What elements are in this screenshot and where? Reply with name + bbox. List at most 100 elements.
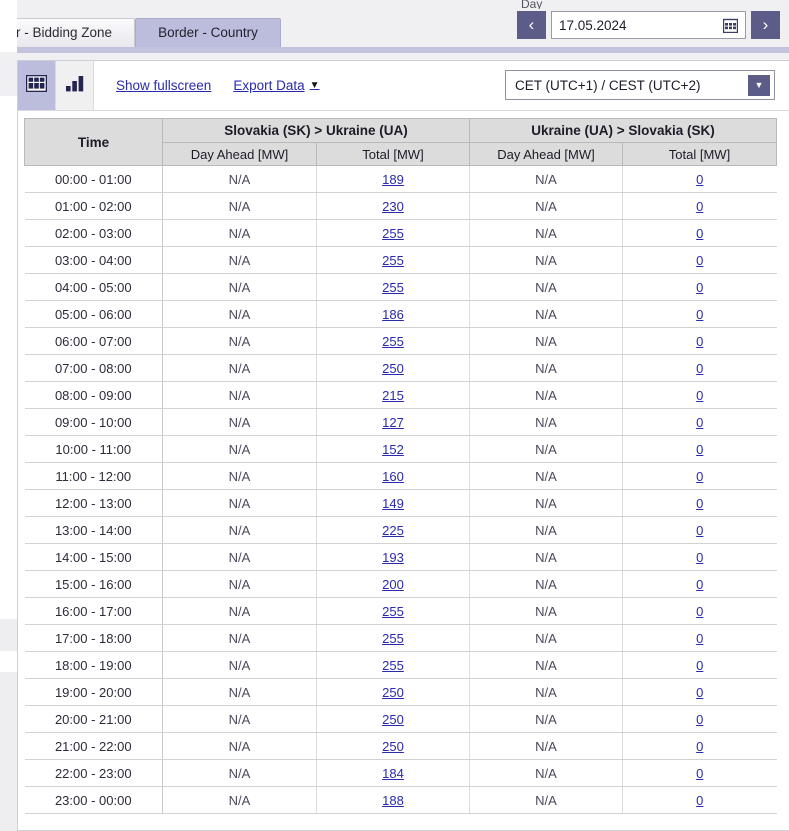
cell-ua-sk-total-link[interactable]: 0	[696, 739, 703, 754]
cell-sk-ua-total-link[interactable]: 255	[382, 658, 404, 673]
table-row: 06:00 - 07:00 N/A 255 N/A 0	[24, 327, 777, 355]
column-header-ua-sk-day-ahead: Day Ahead [MW]	[469, 142, 623, 166]
tab-border-country[interactable]: Border - Country	[135, 18, 281, 47]
cell-sk-ua-total-link[interactable]: 255	[382, 253, 404, 268]
cell-sk-ua-total-link[interactable]: 160	[382, 469, 404, 484]
top-bar: der - Bidding Zone Border - Country Day …	[0, 0, 789, 47]
cell-sk-ua-total-link[interactable]: 127	[382, 415, 404, 430]
cell-ua-sk-total: 0	[622, 219, 777, 247]
cell-ua-sk-total-link[interactable]: 0	[696, 685, 703, 700]
cell-time: 04:00 - 05:00	[24, 273, 163, 301]
cell-sk-ua-total-link[interactable]: 193	[382, 550, 404, 565]
cell-time: 22:00 - 23:00	[24, 759, 163, 787]
cross-border-flow-table: Time Slovakia (SK) > Ukraine (UA) Ukrain…	[24, 118, 777, 814]
cell-sk-ua-total: 184	[316, 759, 470, 787]
cell-ua-sk-total-link[interactable]: 0	[696, 334, 703, 349]
cell-ua-sk-day-ahead: N/A	[469, 570, 623, 598]
cell-ua-sk-total-link[interactable]: 0	[696, 631, 703, 646]
export-data-link[interactable]: Export Data ▼	[233, 61, 319, 110]
cell-sk-ua-total-link[interactable]: 250	[382, 739, 404, 754]
cell-ua-sk-day-ahead: N/A	[469, 327, 623, 355]
table-row: 20:00 - 21:00 N/A 250 N/A 0	[24, 705, 777, 733]
cell-sk-ua-total-link[interactable]: 152	[382, 442, 404, 457]
calendar-icon[interactable]	[722, 18, 739, 34]
cell-sk-ua-day-ahead: N/A	[162, 678, 317, 706]
cell-sk-ua-total-link[interactable]: 255	[382, 631, 404, 646]
cell-sk-ua-day-ahead: N/A	[162, 543, 317, 571]
cell-sk-ua-total-link[interactable]: 250	[382, 712, 404, 727]
table-row: 02:00 - 03:00 N/A 255 N/A 0	[24, 219, 777, 247]
cell-ua-sk-total-link[interactable]: 0	[696, 712, 703, 727]
cell-ua-sk-total-link[interactable]: 0	[696, 415, 703, 430]
cell-sk-ua-total-link[interactable]: 189	[382, 172, 404, 187]
cell-ua-sk-total-link[interactable]: 0	[696, 226, 703, 241]
cell-ua-sk-total-link[interactable]: 0	[696, 604, 703, 619]
cell-time: 18:00 - 19:00	[24, 651, 163, 679]
cell-ua-sk-total-link[interactable]: 0	[696, 361, 703, 376]
cell-sk-ua-day-ahead: N/A	[162, 570, 317, 598]
table-row: 13:00 - 14:00 N/A 225 N/A 0	[24, 516, 777, 544]
show-fullscreen-link[interactable]: Show fullscreen	[116, 61, 211, 110]
tab-border-bidding-zone[interactable]: der - Bidding Zone	[0, 18, 136, 47]
cell-sk-ua-total: 255	[316, 624, 470, 652]
cell-ua-sk-total-link[interactable]: 0	[696, 442, 703, 457]
cell-sk-ua-day-ahead: N/A	[162, 489, 317, 517]
cell-sk-ua-total-link[interactable]: 225	[382, 523, 404, 538]
cell-ua-sk-total: 0	[622, 165, 777, 193]
cell-sk-ua-total-link[interactable]: 230	[382, 199, 404, 214]
cell-sk-ua-total-link[interactable]: 184	[382, 766, 404, 781]
table-row: 12:00 - 13:00 N/A 149 N/A 0	[24, 489, 777, 517]
cell-ua-sk-total-link[interactable]: 0	[696, 280, 703, 295]
cell-ua-sk-total-link[interactable]: 0	[696, 577, 703, 592]
cell-ua-sk-total: 0	[622, 732, 777, 760]
cell-ua-sk-total-link[interactable]: 0	[696, 172, 703, 187]
previous-day-button[interactable]: ‹	[517, 11, 546, 39]
column-header-sk-ua-total: Total [MW]	[316, 142, 470, 166]
cell-sk-ua-total-link[interactable]: 188	[382, 793, 404, 808]
cell-sk-ua-total-link[interactable]: 250	[382, 361, 404, 376]
cell-ua-sk-total-link[interactable]: 0	[696, 766, 703, 781]
cell-ua-sk-total-link[interactable]: 0	[696, 388, 703, 403]
cell-sk-ua-total-link[interactable]: 255	[382, 226, 404, 241]
cell-ua-sk-day-ahead: N/A	[469, 408, 623, 436]
tab-label: Border - Country	[158, 25, 258, 40]
timezone-select[interactable]: CET (UTC+1) / CEST (UTC+2) ▼	[505, 70, 775, 100]
timezone-dropdown-arrow[interactable]: ▼	[748, 75, 770, 96]
cell-sk-ua-total-link[interactable]: 250	[382, 685, 404, 700]
table-row: 00:00 - 01:00 N/A 189 N/A 0	[24, 165, 777, 193]
next-day-button[interactable]: ›	[751, 11, 780, 39]
cell-ua-sk-total-link[interactable]: 0	[696, 793, 703, 808]
cell-time: 06:00 - 07:00	[24, 327, 163, 355]
cell-ua-sk-total-link[interactable]: 0	[696, 199, 703, 214]
cell-sk-ua-total-link[interactable]: 215	[382, 388, 404, 403]
cell-time: 01:00 - 02:00	[24, 192, 163, 220]
cell-ua-sk-total-link[interactable]: 0	[696, 550, 703, 565]
chart-view-button[interactable]	[56, 61, 94, 110]
day-picker-row: ‹ 17.05.2024 ›	[517, 11, 780, 39]
cell-ua-sk-total-link[interactable]: 0	[696, 469, 703, 484]
chevron-down-icon: ▼	[309, 80, 320, 91]
cell-ua-sk-total-link[interactable]: 0	[696, 658, 703, 673]
cell-ua-sk-total-link[interactable]: 0	[696, 307, 703, 322]
cell-ua-sk-total: 0	[622, 597, 777, 625]
cell-sk-ua-total-link[interactable]: 200	[382, 577, 404, 592]
date-input[interactable]: 17.05.2024	[551, 11, 746, 39]
cell-ua-sk-day-ahead: N/A	[469, 489, 623, 517]
table-view-button[interactable]	[18, 61, 56, 110]
cell-sk-ua-total-link[interactable]: 255	[382, 604, 404, 619]
cell-sk-ua-total-link[interactable]: 255	[382, 280, 404, 295]
sidebar-segment-top	[0, 52, 17, 96]
table-row: 15:00 - 16:00 N/A 200 N/A 0	[24, 570, 777, 598]
cell-sk-ua-total: 255	[316, 651, 470, 679]
cell-time: 03:00 - 04:00	[24, 246, 163, 274]
cell-sk-ua-day-ahead: N/A	[162, 192, 317, 220]
cell-ua-sk-day-ahead: N/A	[469, 624, 623, 652]
cell-ua-sk-total-link[interactable]: 0	[696, 523, 703, 538]
cell-sk-ua-day-ahead: N/A	[162, 300, 317, 328]
cell-sk-ua-total-link[interactable]: 186	[382, 307, 404, 322]
cell-sk-ua-total-link[interactable]: 255	[382, 334, 404, 349]
cell-ua-sk-total-link[interactable]: 0	[696, 496, 703, 511]
cell-sk-ua-total-link[interactable]: 149	[382, 496, 404, 511]
cell-ua-sk-total-link[interactable]: 0	[696, 253, 703, 268]
cell-time: 10:00 - 11:00	[24, 435, 163, 463]
